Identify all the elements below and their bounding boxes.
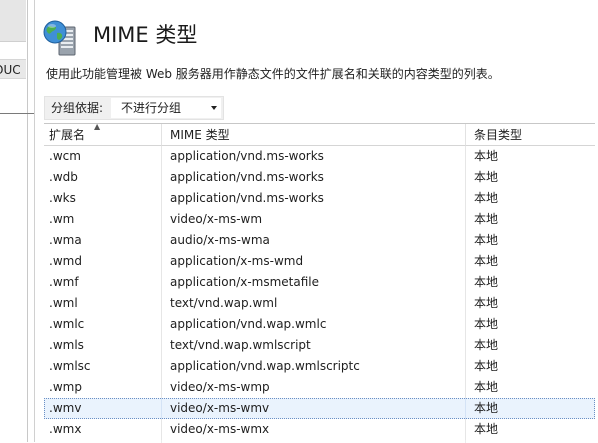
cell-entry-type: 本地 [474, 233, 499, 247]
table-row[interactable]: .wmp video/x-ms-wmp 本地 [44, 377, 595, 398]
cell-mime-type: video/x-ms-wmp [162, 377, 466, 398]
group-by-bar: 分组依据: 不进行分组 [44, 96, 224, 120]
table-row[interactable]: .wmlc application/vnd.wap.wmlc 本地 [44, 314, 595, 335]
chevron-down-icon [211, 106, 217, 110]
cell-extension: .wmlc [44, 314, 162, 335]
cell-mime-type: application/vnd.ms-works [162, 146, 466, 167]
column-header-label: MIME 类型 [170, 128, 230, 142]
column-header-mime-type[interactable]: MIME 类型 [162, 124, 466, 146]
table-row[interactable]: .wcm application/vnd.ms-works 本地 [44, 146, 595, 167]
sort-ascending-icon: ▲ [94, 123, 101, 131]
page-description: 使用此功能管理被 Web 服务器用作静态文件的文件扩展名和关联的内容类型的列表。 [46, 67, 500, 81]
table-row[interactable]: .wmf application/x-msmetafile 本地 [44, 272, 595, 293]
cell-entry-type: 本地 [474, 401, 499, 415]
cell-mime-type: text/vnd.wap.wml [162, 293, 466, 314]
cell-entry-type: 本地 [474, 380, 499, 394]
table-row[interactable]: .wm video/x-ms-wm 本地 [44, 209, 595, 230]
cell-extension: .wcm [44, 146, 162, 167]
navigation-pane-item[interactable]: OUC [0, 59, 26, 79]
page-title: MIME 类型 [93, 23, 198, 47]
cell-mime-type: application/vnd.wap.wmlc [162, 314, 466, 335]
cell-extension: .wm [44, 209, 162, 230]
cell-entry-type: 本地 [474, 275, 499, 289]
table-row[interactable]: .wma audio/x-ms-wma 本地 [44, 230, 595, 251]
cell-mime-type: application/x-ms-wmd [162, 251, 466, 272]
cell-entry-type: 本地 [474, 191, 499, 205]
column-header-entry-type[interactable]: 条目类型 [466, 124, 595, 146]
column-header-label: 扩展名 [49, 128, 86, 142]
cell-extension: .wmx [44, 419, 162, 440]
table-body: .wcm application/vnd.ms-works 本地 .wdb applic… [44, 146, 595, 440]
cell-entry-type: 本地 [474, 317, 499, 331]
table-row[interactable]: .wmd application/x-ms-wmd 本地 [44, 251, 595, 272]
cell-entry-type: 本地 [474, 212, 499, 226]
cell-mime-type: application/vnd.ms-works [162, 188, 466, 209]
table-row[interactable]: .wmls text/vnd.wap.wmlscript 本地 [44, 335, 595, 356]
cell-mime-type: video/x-ms-wmx [162, 419, 466, 440]
group-by-dropdown[interactable]: 不进行分组 [111, 98, 221, 118]
table-row[interactable]: .wml text/vnd.wap.wml 本地 [44, 293, 595, 314]
cell-extension: .wmd [44, 251, 162, 272]
mime-types-table: 扩展名 ▲ MIME 类型 条目类型 .wcm application/vnd.m… [44, 123, 595, 443]
table-row[interactable]: .wks application/vnd.ms-works 本地 [44, 188, 595, 209]
cell-entry-type: 本地 [474, 422, 499, 436]
cell-extension: .wdb [44, 167, 162, 188]
cell-entry-type: 本地 [474, 254, 499, 268]
cell-mime-type: application/vnd.ms-works [162, 167, 466, 188]
table-row[interactable]: .wdb application/vnd.ms-works 本地 [44, 167, 595, 188]
cell-entry-type: 本地 [474, 149, 499, 163]
column-header-extension[interactable]: 扩展名 ▲ [44, 124, 162, 146]
cell-extension: .wmls [44, 335, 162, 356]
cell-entry-type: 本地 [474, 296, 499, 310]
table-row[interactable]: .wmx video/x-ms-wmx 本地 [44, 419, 595, 440]
cell-mime-type: application/vnd.wap.wmlscriptc [162, 356, 466, 377]
feature-page: MIME 类型 使用此功能管理被 Web 服务器用作静态文件的文件扩展名和关联的… [34, 0, 598, 443]
group-by-label: 分组依据: [51, 101, 104, 115]
cell-entry-type: 本地 [474, 170, 499, 184]
cell-mime-type: audio/x-ms-wma [162, 230, 466, 251]
column-header-label: 条目类型 [474, 128, 523, 142]
navigation-pane-header [0, 0, 26, 42]
cell-extension: .wml [44, 293, 162, 314]
group-by-selected-value: 不进行分组 [121, 101, 182, 115]
table-row[interactable]: .wmv video/x-ms-wmv 本地 [44, 398, 595, 419]
cell-extension: .wmf [44, 272, 162, 293]
page-header: MIME 类型 [35, 12, 595, 60]
globe-server-icon [43, 20, 76, 56]
cell-mime-type: video/x-ms-wmv [162, 398, 466, 419]
navigation-pane: OUC [0, 0, 28, 442]
cell-entry-type: 本地 [474, 359, 499, 373]
cell-extension: .wmp [44, 377, 162, 398]
cell-entry-type: 本地 [474, 338, 499, 352]
cell-extension: .wmlsc [44, 356, 162, 377]
cell-extension: .wmv [44, 398, 162, 419]
cell-mime-type: application/x-msmetafile [162, 272, 466, 293]
cell-mime-type: video/x-ms-wm [162, 209, 466, 230]
cell-mime-type: text/vnd.wap.wmlscript [162, 335, 466, 356]
table-row[interactable]: .wmlsc application/vnd.wap.wmlscriptc 本地 [44, 356, 595, 377]
cell-extension: .wks [44, 188, 162, 209]
cell-extension: .wma [44, 230, 162, 251]
